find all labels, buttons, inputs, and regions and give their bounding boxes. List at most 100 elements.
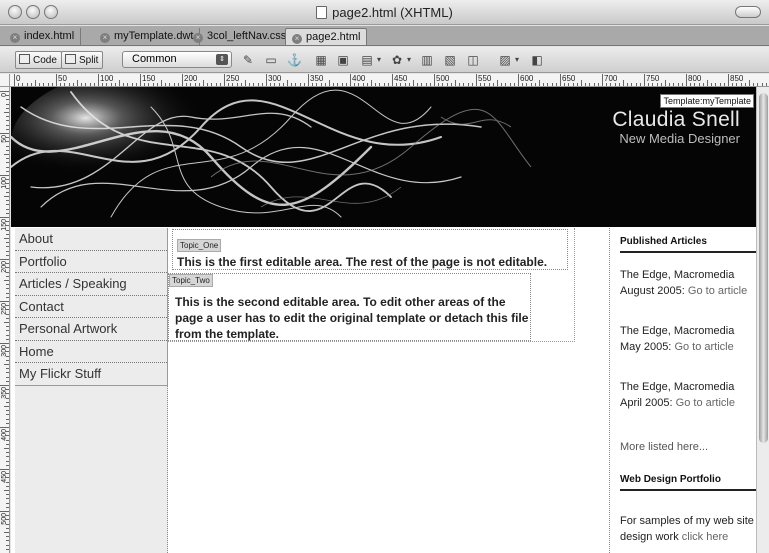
chevron-down-icon[interactable]: ▾: [510, 53, 524, 67]
ruler-tick: [257, 83, 259, 86]
ruler-tick: [413, 80, 414, 86]
editable-region-topic-two[interactable]: Topic_Two This is the second editable ar…: [168, 273, 531, 341]
close-icon[interactable]: ×: [193, 33, 203, 43]
tab-index-html[interactable]: × index.html: [4, 28, 82, 45]
go-to-article-link[interactable]: Go to article: [674, 341, 733, 353]
code-view-button[interactable]: Code: [15, 51, 62, 69]
hyperlink-icon[interactable]: ✎: [241, 53, 255, 67]
ruler-tick: [6, 410, 9, 412]
close-icon[interactable]: ×: [100, 33, 110, 43]
ruler-tick: [526, 83, 528, 86]
ruler-tick: [270, 83, 272, 86]
split-view-button[interactable]: Split: [61, 51, 104, 69]
ruler-tick: [383, 83, 385, 86]
ruler-label: 750: [646, 74, 660, 83]
ruler-tick: [425, 83, 427, 86]
go-to-article-link[interactable]: Go to article: [688, 285, 747, 297]
chevron-down-icon[interactable]: ▾: [372, 53, 386, 67]
table-icon[interactable]: ▦: [314, 53, 328, 67]
tab-mytemplate-dwt[interactable]: × myTemplate.dwt: [94, 28, 201, 45]
right-sidebar: Published Articles The Edge, Macromedia …: [609, 228, 756, 553]
close-icon[interactable]: ×: [10, 33, 20, 43]
server-side-include-icon[interactable]: ▧: [443, 53, 457, 67]
ruler-tick: [652, 83, 654, 86]
go-to-article-link[interactable]: Go to article: [676, 397, 735, 409]
ruler-tick: [303, 83, 305, 86]
ruler-tick: [4, 364, 9, 365]
scrollbar-thumb[interactable]: [759, 93, 768, 443]
toolbar-toggle-button[interactable]: [735, 6, 761, 18]
ruler-tick: [543, 83, 545, 86]
ruler-tick: [98, 74, 99, 86]
editable-region-topic-one[interactable]: Topic_One This is the first editable are…: [172, 229, 568, 270]
insert-category-select[interactable]: Common ⇕: [122, 51, 232, 68]
more-articles-link[interactable]: More listed here...: [620, 441, 708, 453]
vertical-scrollbar[interactable]: [756, 87, 769, 553]
ruler-tick: [6, 523, 9, 525]
ruler-origin[interactable]: [0, 74, 10, 87]
tag-chooser-icon[interactable]: ◧: [530, 53, 544, 67]
nav-item-about[interactable]: About: [15, 228, 167, 251]
ruler-tick: [606, 83, 608, 86]
ruler-tick: [534, 83, 536, 86]
ruler-tick: [18, 83, 20, 86]
nav-item-portfolio[interactable]: Portfolio: [15, 251, 167, 273]
layer-icon[interactable]: ▣: [336, 53, 350, 67]
split-view-label: Split: [79, 55, 99, 66]
ruler-tick: [744, 83, 746, 86]
tab-3col-leftnav-css[interactable]: × 3col_leftNav.css*: [187, 28, 297, 45]
ruler-tick: [627, 83, 629, 86]
named-anchor-icon[interactable]: ⚓: [287, 53, 302, 67]
ruler-tick: [631, 83, 633, 86]
ruler-tick: [6, 149, 9, 151]
ruler-tick: [282, 83, 284, 86]
document-toolbar: Code Split Common ⇕ ✎ ▭ ⚓ ▦ ▣ ▤ ▾ ✿ ▾ ▥ ▧…: [0, 47, 769, 73]
nav-item-my-flickr-stuff[interactable]: My Flickr Stuff: [15, 363, 167, 386]
ruler-tick: [530, 83, 532, 86]
ruler-tick: [6, 389, 9, 391]
ruler-tick: [467, 83, 469, 86]
brand-name: Claudia Snell: [612, 108, 740, 131]
ruler-tick: [329, 80, 330, 86]
ruler-tick: [169, 83, 171, 86]
editable-region-text[interactable]: This is the first editable area. The res…: [177, 255, 547, 269]
nav-item-articles-speaking[interactable]: Articles / Speaking: [15, 273, 167, 296]
ruler-label: 650: [562, 74, 576, 83]
ruler-tick: [387, 83, 389, 86]
ruler-tick: [522, 83, 524, 86]
chevron-down-icon[interactable]: ▾: [402, 53, 416, 67]
ruler-tick: [0, 385, 9, 386]
ruler-tick: [6, 519, 9, 521]
ruler-tick: [6, 338, 9, 340]
ruler-tick: [6, 313, 9, 315]
ruler-tick: [660, 83, 662, 86]
ruler-tick: [156, 83, 158, 86]
ruler-tick: [6, 116, 9, 118]
ruler-tick: [6, 246, 9, 248]
ruler-tick: [354, 83, 356, 86]
ruler-label: 300: [268, 74, 282, 83]
ruler-tick: [261, 83, 263, 86]
tab-label: 3col_leftNav.css*: [207, 30, 291, 42]
ruler-tick: [47, 83, 49, 86]
nav-item-personal-artwork[interactable]: Personal Artwork: [15, 318, 167, 341]
article-source: The Edge, Macromedia: [620, 269, 735, 281]
ruler-tick: [6, 330, 9, 332]
article-item: The Edge, Macromedia August 2005: Go to …: [620, 267, 756, 299]
editable-region-tag[interactable]: Topic_Two: [169, 274, 213, 287]
horizontal-ruler[interactable]: 0 50 100 150 200 250 300 350 400 450 500 550 600 650 7…: [10, 74, 769, 87]
nav-item-home[interactable]: Home: [15, 341, 167, 363]
close-icon[interactable]: ×: [292, 34, 302, 44]
email-link-icon[interactable]: ▭: [264, 53, 278, 67]
tab-page2-html[interactable]: × page2.html: [285, 28, 368, 45]
date-icon[interactable]: ▥: [420, 53, 434, 67]
editable-region-tag[interactable]: Topic_One: [177, 239, 222, 252]
ruler-tick: [6, 288, 9, 290]
nav-item-contact[interactable]: Contact: [15, 296, 167, 318]
comment-icon[interactable]: ◫: [466, 53, 480, 67]
portfolio-link[interactable]: click here: [682, 531, 728, 543]
ruler-tick: [450, 83, 452, 86]
editable-region-text[interactable]: This is the second editable area. To edi…: [175, 294, 530, 342]
ruler-tick: [6, 296, 9, 298]
vertical-ruler[interactable]: 0 50 100 150 200 250 300 350 400 450 500: [0, 87, 10, 553]
